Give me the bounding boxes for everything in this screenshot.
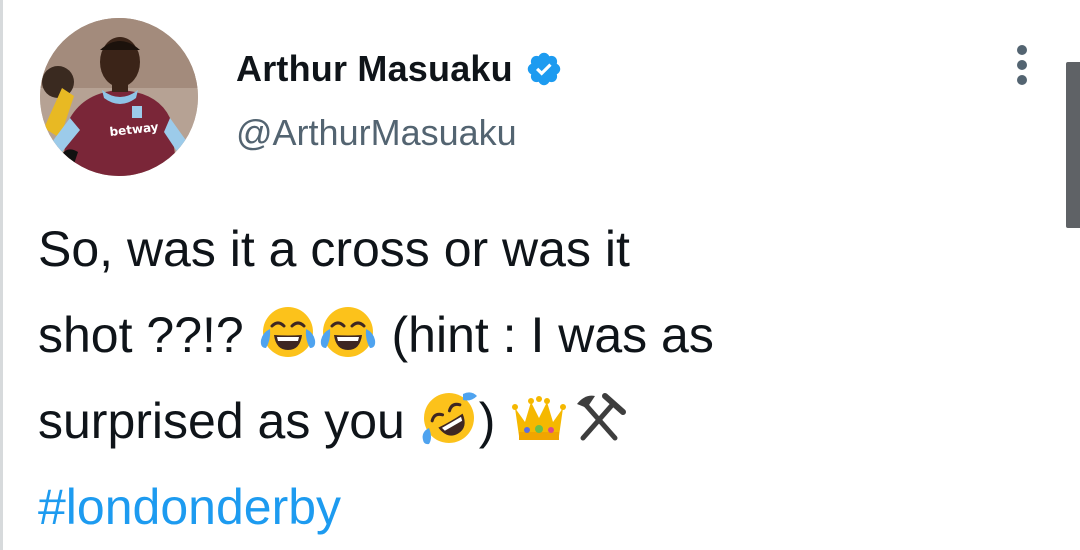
face-with-tears-of-joy-icon [258, 302, 318, 362]
avatar[interactable]: betway [40, 18, 198, 176]
verified-badge-icon [525, 50, 563, 88]
tweet-text-line-4: #londonderby [38, 464, 1048, 550]
hammer-and-pick-icon [569, 388, 629, 448]
tweet-text-segment: ) [478, 393, 510, 449]
hashtag-link[interactable]: #londonderby [38, 479, 341, 535]
scrollbar-thumb[interactable] [1066, 62, 1080, 228]
rolling-on-floor-laughing-icon [419, 388, 479, 448]
tweet-text-segment: shot ??!? [38, 307, 258, 363]
author-name-row: Arthur Masuaku [236, 44, 563, 94]
tweet-text-line-1: So, was it a cross or was it [38, 206, 1048, 292]
more-options-icon[interactable] [1012, 42, 1032, 88]
tweet-text-segment: surprised as you [38, 393, 419, 449]
tweet-text-segment: (hint : I was as [377, 307, 714, 363]
tweet-text: So, was it a cross or was it shot ??!? (… [38, 206, 1048, 550]
author-handle[interactable]: @ArthurMasuaku [236, 112, 517, 154]
tweet-text-segment: So, was it a cross or was it [38, 221, 630, 277]
crown-icon [509, 388, 569, 448]
tweet-text-line-2: shot ??!? (hint : I was as [38, 292, 1048, 378]
left-border [0, 0, 3, 550]
author-display-name[interactable]: Arthur Masuaku [236, 48, 513, 90]
face-with-tears-of-joy-icon [318, 302, 378, 362]
tweet-text-line-3: surprised as you ) [38, 378, 1048, 464]
